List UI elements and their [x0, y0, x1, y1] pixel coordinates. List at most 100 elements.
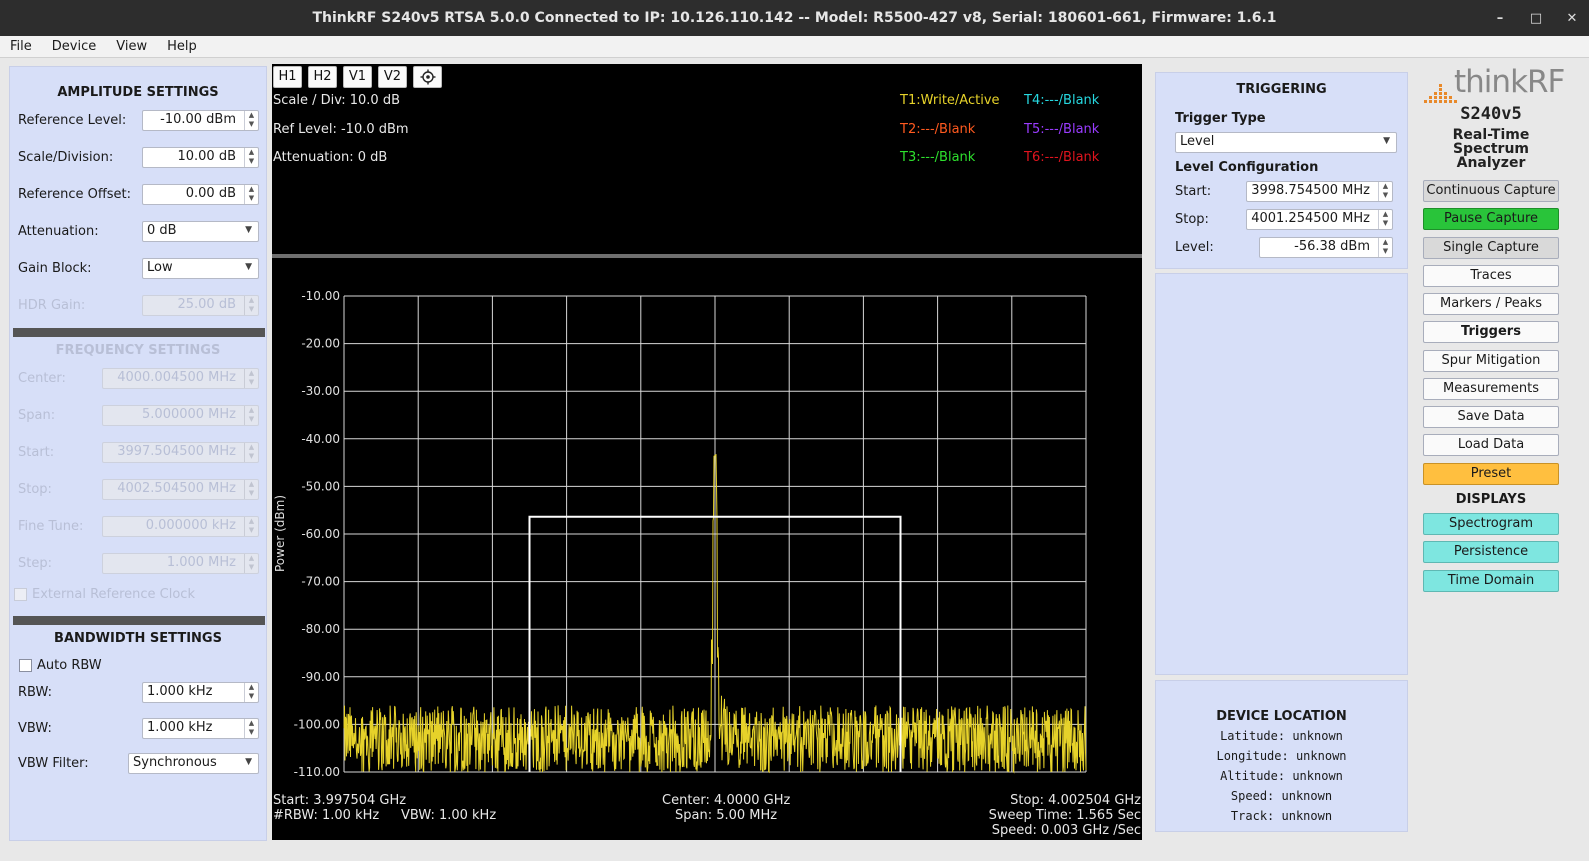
menu-file[interactable]: File: [0, 39, 42, 54]
spin-arrows-icon[interactable]: ▲ ▼: [1378, 182, 1392, 201]
hdr-gain-label: HDR Gain:: [18, 298, 86, 313]
section-divider: [13, 616, 265, 625]
trace-t5-label[interactable]: T5:---/Blank: [1024, 122, 1099, 137]
spin-arrows-icon[interactable]: ▲ ▼: [244, 683, 258, 702]
measurements-button[interactable]: Measurements: [1423, 378, 1559, 400]
single-capture-button[interactable]: Single Capture: [1423, 237, 1559, 259]
markers-peaks-button[interactable]: Markers / Peaks: [1423, 293, 1559, 315]
close-icon[interactable]: ✕: [1565, 11, 1579, 26]
spin-arrows-icon: ▲ ▼: [244, 296, 258, 315]
trigger-level-input[interactable]: -56.38 dBm ▲ ▼: [1259, 237, 1393, 258]
rbw-footer: #RBW: 1.00 kHz: [273, 808, 380, 823]
maximize-icon[interactable]: □: [1529, 11, 1543, 26]
section-divider: [13, 328, 265, 337]
rbw-value: 1.000 kHz: [147, 684, 213, 699]
trigger-stop-input[interactable]: 4001.254500 MHz ▲ ▼: [1246, 209, 1393, 230]
menu-view[interactable]: View: [106, 39, 157, 54]
spectrum-plot-area[interactable]: -10.00 -20.00 -30.00 -40.00 -50.00 -60.00 -70.…: [272, 258, 1142, 840]
load-data-button[interactable]: Load Data: [1423, 434, 1559, 456]
triggers-button[interactable]: Triggers: [1423, 321, 1559, 343]
stop-value: 4002.504500 MHz: [117, 481, 236, 496]
traces-button[interactable]: Traces: [1423, 265, 1559, 287]
brand-text: thinkRF: [1454, 64, 1565, 100]
vbw-value: 1.000 kHz: [147, 720, 213, 735]
rbw-input[interactable]: 1.000 kHz ▲ ▼: [142, 682, 259, 703]
hdr-gain-input: 25.00 dB ▲ ▼: [142, 295, 259, 316]
speed-footer: Speed: 0.003 GHz /Sec: [991, 823, 1141, 838]
trace-t1-label[interactable]: T1:Write/Active: [900, 93, 1000, 108]
span-label: Span:: [18, 408, 56, 423]
amplitude-settings-title: AMPLITUDE SETTINGS: [57, 85, 219, 100]
displays-title: DISPLAYS: [1455, 492, 1527, 507]
thinkrf-logo: thinkRF S240v5 Real-Time Spectrum Analyz…: [1420, 64, 1565, 170]
spin-arrows-icon[interactable]: ▲ ▼: [244, 719, 258, 738]
window-title: ThinkRF S240v5 RTSA 5.0.0 Connected to I…: [312, 10, 1277, 26]
ref-offset-input[interactable]: 0.00 dB ▲ ▼: [142, 184, 259, 205]
chevron-down-icon: ▼: [245, 225, 252, 235]
attenuation-select[interactable]: 0 dB ▼: [142, 221, 259, 242]
spin-arrows-icon: ▲ ▼: [244, 517, 258, 536]
spin-arrows-icon[interactable]: ▲ ▼: [244, 185, 258, 204]
bandwidth-settings-title: BANDWIDTH SETTINGS: [54, 631, 222, 646]
stop-label: Stop:: [18, 482, 52, 497]
spin-arrows-icon[interactable]: ▲ ▼: [244, 111, 258, 130]
trace-t2-label[interactable]: T2:---/Blank: [900, 122, 975, 137]
ref-level-input[interactable]: -10.00 dBm ▲ ▼: [142, 110, 259, 131]
menu-help[interactable]: Help: [157, 39, 207, 54]
persistence-button[interactable]: Persistence: [1423, 541, 1559, 563]
spin-arrows-icon[interactable]: ▲ ▼: [244, 148, 258, 167]
save-data-button[interactable]: Save Data: [1423, 406, 1559, 428]
vbw-filter-select[interactable]: Synchronous ▼: [128, 753, 259, 774]
spin-arrows-icon[interactable]: ▲ ▼: [1378, 210, 1392, 229]
span-input: 5.000000 MHz ▲ ▼: [102, 405, 259, 426]
spin-arrows-icon: ▲ ▼: [244, 369, 258, 388]
span-value: 5.000000 MHz: [142, 407, 236, 422]
trace-t6-label[interactable]: T6:---/Blank: [1024, 150, 1099, 165]
chevron-down-icon: ▼: [245, 262, 252, 272]
fine-tune-input: 0.000000 kHz ▲ ▼: [102, 516, 259, 537]
triggering-title: TRIGGERING: [1236, 82, 1327, 97]
spur-mitigation-button[interactable]: Spur Mitigation: [1423, 350, 1559, 372]
step-value: 1.000 MHz: [166, 555, 236, 570]
gain-block-select[interactable]: Low ▼: [142, 258, 259, 279]
window-title-bar: ThinkRF S240v5 RTSA 5.0.0 Connected to I…: [0, 0, 1589, 36]
scale-division-input[interactable]: 10.00 dB ▲ ▼: [142, 147, 259, 168]
trigger-type-select[interactable]: Level ▼: [1175, 132, 1397, 153]
attenuation-label: Attenuation:: [18, 224, 99, 239]
h2-button[interactable]: H2: [308, 66, 337, 88]
v1-button[interactable]: V1: [343, 66, 372, 88]
ref-offset-label: Reference Offset:: [18, 187, 132, 202]
h1-button[interactable]: H1: [273, 66, 302, 88]
v2-button[interactable]: V2: [378, 66, 407, 88]
sweep-time-footer: Sweep Time: 1.565 Sec: [988, 808, 1141, 823]
pause-capture-button[interactable]: Pause Capture: [1423, 208, 1559, 230]
stop-input: 4002.504500 MHz ▲ ▼: [102, 479, 259, 500]
continuous-capture-button[interactable]: Continuous Capture: [1423, 180, 1559, 202]
vbw-input[interactable]: 1.000 kHz ▲ ▼: [142, 718, 259, 739]
preset-button[interactable]: Preset: [1423, 463, 1559, 485]
gain-block-value: Low: [147, 260, 173, 275]
crosshair-button[interactable]: [413, 66, 442, 88]
trace-t3-label[interactable]: T3:---/Blank: [900, 150, 975, 165]
center-input: 4000.004500 MHz ▲ ▼: [102, 368, 259, 389]
minimize-icon[interactable]: –: [1493, 11, 1507, 26]
spin-arrows-icon[interactable]: ▲ ▼: [1378, 238, 1392, 257]
subtitle-line-2: Spectrum Analyzer: [1452, 141, 1530, 171]
spectrogram-button[interactable]: Spectrogram: [1423, 513, 1559, 535]
device-location-title: DEVICE LOCATION: [1216, 709, 1347, 724]
y-tick-label: -80.00: [301, 622, 340, 636]
chevron-down-icon: ▼: [245, 757, 252, 767]
speed-readout: Speed: unknown: [1230, 789, 1333, 803]
spin-arrows-icon: ▲ ▼: [244, 554, 258, 573]
span-footer: Span: 5.00 MHz: [675, 808, 778, 823]
vbw-label: VBW:: [18, 721, 52, 736]
rbw-label: RBW:: [18, 685, 52, 700]
menu-device[interactable]: Device: [42, 39, 106, 54]
spectrum-chart[interactable]: -10.00 -20.00 -30.00 -40.00 -50.00 -60.00 -70.…: [272, 258, 1142, 840]
trace-t4-label[interactable]: T4:---/Blank: [1024, 93, 1099, 108]
start-freq-footer: Start: 3.997504 GHz: [273, 793, 407, 808]
time-domain-button[interactable]: Time Domain: [1423, 570, 1559, 592]
vbw-footer: VBW: 1.00 kHz: [401, 808, 497, 823]
trigger-start-input[interactable]: 3998.754500 MHz ▲ ▼: [1246, 181, 1393, 202]
auto-rbw-checkbox[interactable]: [19, 659, 32, 672]
